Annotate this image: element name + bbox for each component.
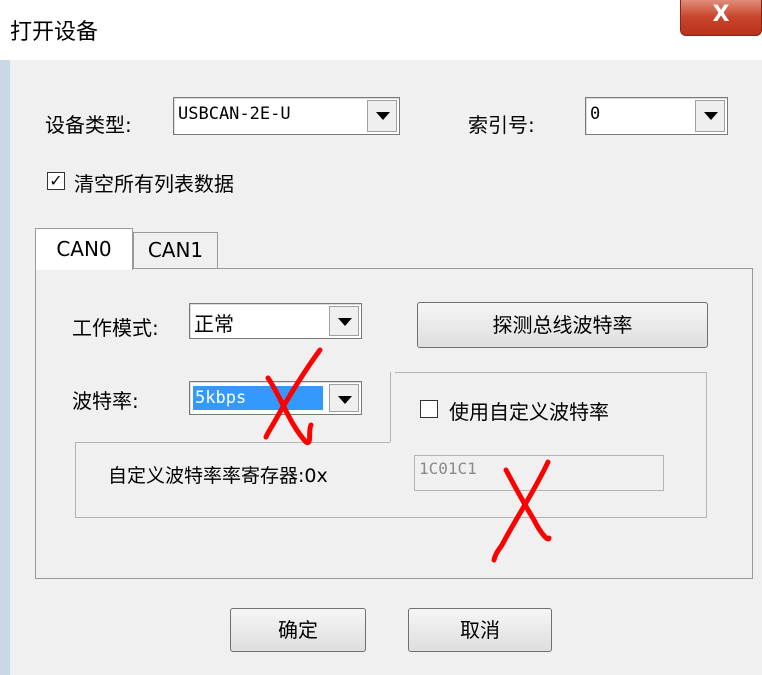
- index-select[interactable]: 0: [585, 97, 728, 135]
- tab-can0[interactable]: CAN0: [35, 228, 133, 270]
- device-type-select[interactable]: USBCAN-2E-U: [173, 97, 400, 135]
- clear-list-checkbox[interactable]: ✓: [47, 172, 65, 190]
- window-border: [0, 60, 10, 675]
- close-button[interactable]: X: [680, 0, 762, 36]
- custom-baud-label: 使用自定义波特率: [449, 400, 609, 424]
- register-input[interactable]: 1C01C1: [414, 455, 664, 491]
- close-icon: X: [712, 2, 730, 27]
- clear-list-label: 清空所有列表数据: [74, 172, 234, 196]
- mode-label: 工作模式:: [72, 316, 159, 340]
- groupbox-border: [706, 372, 707, 518]
- device-type-value: USBCAN-2E-U: [178, 104, 291, 124]
- index-label: 索引号:: [468, 113, 535, 137]
- custom-baud-checkbox[interactable]: [420, 400, 438, 418]
- mode-value: 正常: [194, 312, 234, 336]
- groupbox-border: [390, 372, 391, 442]
- cancel-button[interactable]: 取消: [408, 608, 552, 652]
- mode-select[interactable]: 正常: [189, 303, 362, 339]
- chevron-down-icon[interactable]: [367, 100, 397, 132]
- chevron-down-icon[interactable]: [329, 306, 359, 336]
- register-label: 自定义波特率率寄存器:0x: [108, 465, 328, 487]
- chevron-down-icon[interactable]: [329, 384, 359, 412]
- detect-baud-button[interactable]: 探测总线波特率: [417, 302, 708, 348]
- device-type-label: 设备类型:: [45, 113, 132, 137]
- title-bar: [0, 0, 762, 60]
- groupbox-border: [75, 517, 707, 518]
- groupbox-border: [75, 442, 390, 443]
- chevron-down-icon[interactable]: [695, 100, 725, 132]
- ok-button[interactable]: 确定: [230, 608, 366, 652]
- groupbox-border: [395, 372, 707, 373]
- tab-can1[interactable]: CAN1: [133, 232, 218, 268]
- baud-label: 波特率:: [72, 389, 139, 413]
- baud-select[interactable]: 5kbps: [189, 381, 362, 415]
- baud-value: 5kbps: [193, 386, 323, 410]
- index-value: 0: [590, 104, 601, 124]
- window-title: 打开设备: [10, 20, 99, 45]
- groupbox-border: [75, 442, 76, 518]
